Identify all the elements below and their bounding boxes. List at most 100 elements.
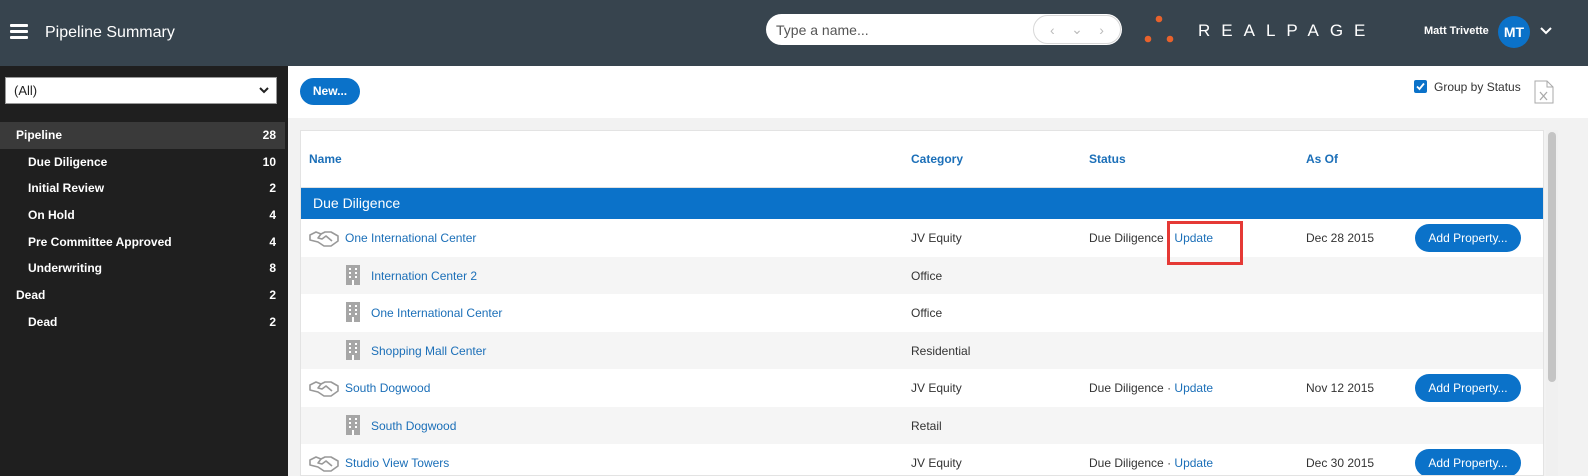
status-text: Due Diligence [1089, 381, 1164, 395]
sidebar-item-label: Pipeline [16, 128, 63, 142]
status-text: Due Diligence [1089, 456, 1164, 470]
sidebar-item-dead[interactable]: Dead 2 [0, 309, 285, 336]
status-text: Due Diligence [1089, 231, 1164, 245]
table-row: Studio View Towers JV Equity Due Diligen… [301, 444, 1543, 475]
as-of-cell: Dec 28 2015 [1306, 231, 1375, 245]
building-icon [346, 302, 360, 322]
table-row: South Dogwood JV Equity Due Diligence · … [301, 369, 1543, 407]
deal-name-link[interactable]: One International Center [345, 231, 476, 245]
column-header-category[interactable]: Category [911, 152, 963, 166]
search-input[interactable] [776, 20, 1026, 39]
sidebar-item-count: 28 [262, 128, 276, 142]
add-property-button[interactable]: Add Property... [1415, 374, 1521, 402]
as-of-cell: Dec 30 2015 [1306, 456, 1375, 470]
sidebar-item-initial-review[interactable]: Initial Review 2 [0, 175, 285, 202]
category-cell: Office [911, 268, 943, 283]
table-row: South Dogwood Retail [301, 406, 1543, 444]
sidebar-item-pre-committee-approved[interactable]: Pre Committee Approved 4 [0, 229, 285, 256]
as-of-cell: Nov 12 2015 [1306, 381, 1375, 395]
sidebar-item-label: Pre Committee Approved [28, 234, 172, 249]
sidebar-item-label: On Hold [28, 208, 75, 223]
property-name-link[interactable]: Shopping Mall Center [371, 344, 486, 358]
sidebar-item-label: Dead [16, 288, 46, 303]
update-status-link[interactable]: Update [1174, 231, 1213, 245]
filter-selected-value: (All) [14, 83, 38, 98]
deal-name-link[interactable]: Studio View Towers [345, 456, 449, 470]
group-by-status-checkbox[interactable] [1414, 80, 1427, 93]
table-row: One International Center Office [301, 294, 1543, 332]
building-icon [346, 414, 360, 435]
handshake-icon [309, 381, 339, 397]
handshake-icon [309, 456, 339, 472]
sidebar-item-label: Dead [28, 314, 58, 329]
status-separator: · [1167, 456, 1172, 470]
chevron-down-icon [259, 87, 269, 94]
sidebar-item-count: 4 [269, 208, 276, 223]
chevron-left-icon[interactable]: ‹ [1043, 22, 1061, 38]
category-cell: Office [911, 306, 943, 320]
table-row: Internation Center 2 Office [301, 256, 1543, 294]
pipeline-grid: Name Category Status As Of Due Diligence… [300, 130, 1544, 476]
status-filter-select[interactable]: (All) [5, 77, 277, 104]
sidebar-item-label: Initial Review [28, 181, 105, 196]
new-button[interactable]: New... [300, 78, 360, 105]
page-title: Pipeline Summary [45, 24, 175, 41]
toolbar: New... Group by Status [288, 66, 1588, 118]
grid-header: Name Category Status As Of [301, 131, 1543, 188]
chevron-down-icon[interactable]: ⌄ [1068, 21, 1086, 38]
sidebar-item-label: Underwriting [28, 261, 102, 276]
column-header-as-of[interactable]: As Of [1306, 152, 1338, 166]
sidebar-item-pipeline[interactable]: Pipeline 28 [0, 122, 285, 149]
property-name-link[interactable]: South Dogwood [371, 419, 456, 433]
realpage-logo: REALPAGE [1142, 15, 1402, 47]
category-cell: Residential [911, 343, 971, 358]
logo-dots-icon [1144, 15, 1174, 43]
sidebar-item-label: Due Diligence [28, 154, 108, 169]
avatar[interactable]: MT [1498, 16, 1530, 48]
update-status-link[interactable]: Update [1174, 456, 1213, 470]
main-content: New... Group by Status Name Category Sta… [288, 66, 1588, 476]
category-cell: JV Equity [911, 456, 962, 470]
status-separator: · [1167, 231, 1172, 245]
search-box: ‹ ⌄ › [766, 14, 1122, 45]
sidebar-item-count: 2 [269, 181, 276, 196]
group-header-due-diligence: Due Diligence [301, 188, 1543, 219]
category-cell: JV Equity [911, 381, 962, 395]
scrollbar-thumb[interactable] [1548, 132, 1556, 382]
sidebar-item-due-diligence[interactable]: Due Diligence 10 [0, 149, 285, 176]
sidebar-item-on-hold[interactable]: On Hold 4 [0, 202, 285, 229]
deal-name-link[interactable]: South Dogwood [345, 381, 430, 395]
chevron-right-icon[interactable]: › [1093, 22, 1111, 38]
status-cell: Due Diligence · Update [1089, 381, 1213, 395]
group-by-status-label[interactable]: Group by Status [1434, 80, 1521, 94]
sidebar-item-count: 10 [262, 154, 276, 169]
sidebar-item-dead-group[interactable]: Dead 2 [0, 282, 285, 309]
add-property-button[interactable]: Add Property... [1415, 224, 1521, 252]
status-cell: Due Diligence · Update [1089, 456, 1213, 470]
user-name[interactable]: Matt Trivette [1424, 25, 1489, 37]
sidebar-item-count: 4 [269, 234, 276, 249]
table-row: One International Center JV Equity Due D… [301, 219, 1543, 257]
category-cell: Retail [911, 418, 942, 433]
user-menu-chevron-down-icon[interactable] [1538, 22, 1554, 38]
sidebar: (All) Pipeline 28 Due Diligence 10 Initi… [0, 66, 288, 476]
property-name-link[interactable]: One International Center [371, 306, 502, 320]
grid-scrollbar[interactable] [1546, 130, 1558, 476]
update-status-link[interactable]: Update [1174, 381, 1213, 395]
hamburger-menu-icon[interactable] [10, 24, 28, 39]
status-separator: · [1167, 381, 1172, 395]
table-row: Shopping Mall Center Residential [301, 331, 1543, 369]
property-name-link[interactable]: Internation Center 2 [371, 269, 477, 283]
sidebar-item-underwriting[interactable]: Underwriting 8 [0, 255, 285, 282]
category-cell: JV Equity [911, 231, 962, 245]
search-nav-group: ‹ ⌄ › [1033, 15, 1121, 44]
column-header-name[interactable]: Name [309, 152, 342, 166]
building-icon [346, 264, 360, 285]
column-header-status[interactable]: Status [1089, 152, 1126, 166]
export-excel-icon[interactable] [1534, 80, 1554, 104]
status-tree: Pipeline 28 Due Diligence 10 Initial Rev… [0, 122, 285, 336]
handshake-icon [309, 231, 339, 247]
app-header: Pipeline Summary ‹ ⌄ › REALPAGE Matt Tri… [0, 0, 1588, 66]
sidebar-item-count: 8 [269, 261, 276, 276]
add-property-button[interactable]: Add Property... [1415, 449, 1521, 475]
